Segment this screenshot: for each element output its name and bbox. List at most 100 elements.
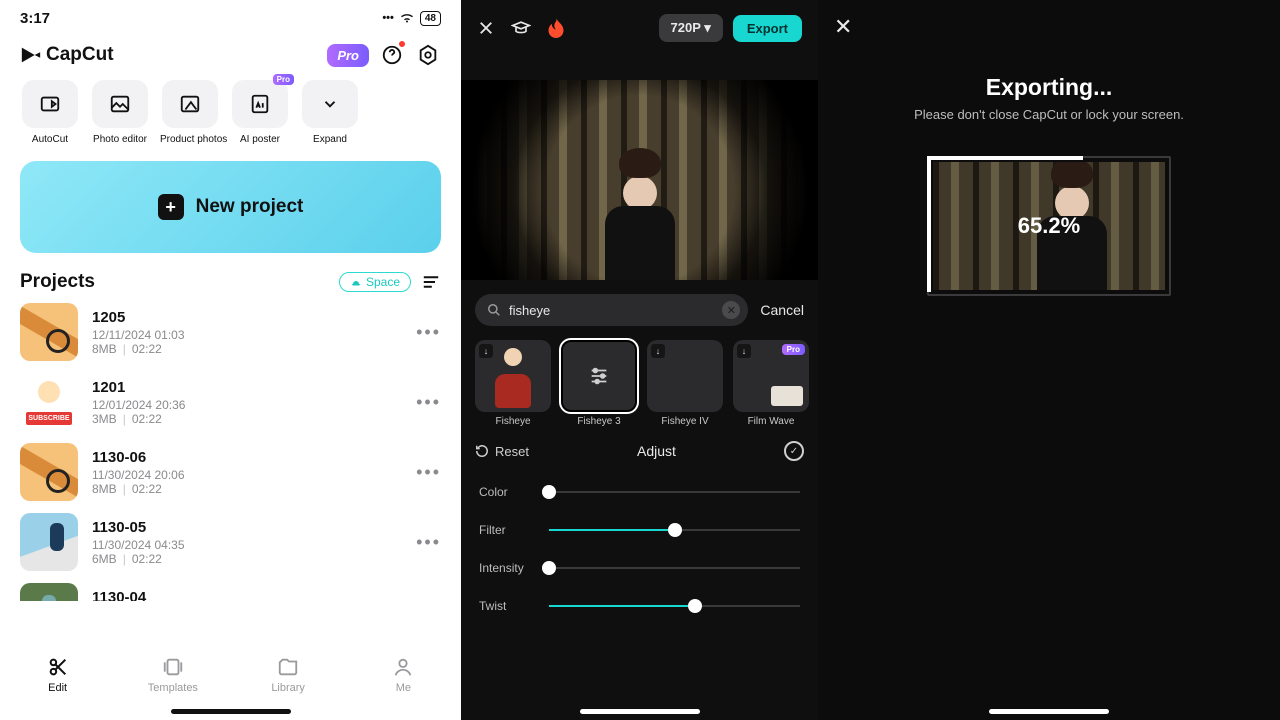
nav-library[interactable]: Library — [231, 656, 346, 694]
home-indicator — [171, 709, 291, 714]
project-more-icon[interactable]: ••• — [416, 532, 441, 553]
project-thumbnail — [20, 373, 78, 431]
adjust-header: Reset Adjust ✓ — [461, 427, 818, 467]
export-screen: ✕ Exporting... Please don't close CapCut… — [818, 0, 1280, 720]
settings-icon[interactable] — [415, 42, 441, 68]
download-icon: ↓ — [737, 344, 751, 358]
editor-topbar: 720P ▾ Export — [461, 0, 818, 56]
export-progress-box: 65.2% — [927, 156, 1171, 296]
tool-photo-editor[interactable]: Photo editor — [90, 80, 150, 145]
slider-label: Twist — [479, 599, 533, 613]
slider-track[interactable] — [549, 521, 800, 539]
tool-product-photos[interactable]: Product photos — [160, 80, 220, 145]
effect-list[interactable]: ↓ Fisheye Fisheye 3 ↓ Fisheye IV ↓ Pro F… — [461, 340, 818, 427]
home-screen: 3:17 ••• 48 CapCut Pro — [0, 0, 461, 720]
slider-label: Intensity — [479, 561, 533, 575]
pro-badge: Pro — [782, 344, 805, 355]
tool-expand[interactable]: Expand — [300, 80, 360, 145]
chevron-down-icon: ▾ — [704, 20, 711, 35]
nav-edit[interactable]: Edit — [0, 656, 115, 694]
export-subtitle: Please don't close CapCut or lock your s… — [818, 107, 1280, 122]
home-indicator — [580, 709, 700, 714]
sliders-icon — [561, 340, 637, 412]
slider-knob[interactable] — [542, 561, 556, 575]
slider-knob[interactable] — [668, 523, 682, 537]
academy-icon[interactable] — [511, 19, 531, 37]
project-duration: 02:22 — [132, 552, 162, 566]
slider-track[interactable] — [549, 559, 800, 577]
app-topbar: CapCut Pro — [20, 42, 441, 68]
cancel-search[interactable]: Cancel — [760, 302, 804, 318]
sort-icon[interactable] — [421, 274, 441, 290]
help-icon[interactable] — [379, 42, 405, 68]
export-percent: 65.2% — [929, 158, 1169, 294]
project-thumbnail — [20, 443, 78, 501]
confirm-icon[interactable]: ✓ — [784, 441, 804, 461]
resolution-dropdown[interactable]: 720P ▾ — [659, 14, 723, 42]
slider-track[interactable] — [549, 597, 800, 615]
export-button[interactable]: Export — [733, 15, 802, 42]
effect-name: Fisheye IV — [647, 416, 723, 427]
app-logo-text: CapCut — [46, 44, 114, 66]
project-datetime: 12/01/2024 20:36 — [92, 398, 402, 412]
effect-item[interactable]: Fisheye 3 — [561, 340, 637, 427]
project-more-icon[interactable]: ••• — [416, 462, 441, 483]
export-title: Exporting... — [818, 74, 1280, 101]
slider-knob[interactable] — [688, 599, 702, 613]
project-name: 1130-04 — [92, 589, 402, 602]
effect-search[interactable]: ✕ — [475, 294, 748, 326]
close-icon[interactable]: ✕ — [834, 14, 852, 39]
project-item[interactable]: 1201 12/01/2024 20:36 3MB|02:22 ••• — [20, 373, 441, 431]
download-icon: ↓ — [651, 344, 665, 358]
home-indicator — [989, 709, 1109, 714]
slider-track[interactable] — [549, 483, 800, 501]
tool-autocut[interactable]: AutoCut — [20, 80, 80, 145]
effect-item[interactable]: ↓ Fisheye IV — [647, 340, 723, 427]
project-more-icon[interactable]: ••• — [416, 392, 441, 413]
project-item[interactable]: 1130-06 11/30/2024 20:06 8MB|02:22 ••• — [20, 443, 441, 501]
nav-me[interactable]: Me — [346, 656, 461, 694]
slider-label: Color — [479, 485, 533, 499]
project-datetime: 11/30/2024 04:35 — [92, 538, 402, 552]
project-item[interactable]: 1130-04 11/30/2024 03:02 4MB|02:22 ••• — [20, 583, 441, 601]
effect-item[interactable]: ↓ Fisheye — [475, 340, 551, 427]
status-time: 3:17 — [20, 10, 50, 27]
slider-row: Intensity — [479, 549, 800, 587]
project-size: 8MB — [92, 342, 117, 356]
slider-row: Twist — [479, 587, 800, 625]
project-name: 1130-06 — [92, 449, 402, 466]
clear-search-icon[interactable]: ✕ — [722, 301, 740, 319]
project-more-icon[interactable]: ••• — [416, 322, 441, 343]
tool-shortcuts: AutoCut Photo editor Product photos Pro … — [20, 80, 441, 145]
slider-knob[interactable] — [542, 485, 556, 499]
video-preview[interactable]: ✂ — [461, 80, 818, 280]
flame-icon[interactable] — [547, 18, 565, 38]
project-name: 1130-05 — [92, 519, 402, 536]
effect-item[interactable]: ↓ Pro Film Wave — [733, 340, 809, 427]
status-right: ••• 48 — [382, 11, 441, 26]
reset-button[interactable]: Reset — [475, 444, 529, 459]
project-size: 6MB — [92, 552, 117, 566]
effect-name: Fisheye 3 — [561, 416, 637, 427]
effect-search-input[interactable] — [509, 303, 714, 318]
wifi-icon — [400, 13, 414, 23]
space-button[interactable]: Space — [339, 272, 411, 292]
adjust-title: Adjust — [637, 443, 676, 459]
tool-ai-poster[interactable]: Pro AI poster — [230, 80, 290, 145]
notification-dot — [399, 41, 405, 47]
project-thumbnail — [20, 583, 78, 601]
close-icon[interactable] — [477, 19, 495, 37]
nav-templates[interactable]: Templates — [115, 656, 230, 694]
project-item[interactable]: 1205 12/11/2024 01:03 8MB|02:22 ••• — [20, 303, 441, 361]
effect-search-row: ✕ Cancel — [461, 280, 818, 340]
cell-signal-icon: ••• — [382, 12, 394, 24]
slider-label: Filter — [479, 523, 533, 537]
project-list[interactable]: 1205 12/11/2024 01:03 8MB|02:22 ••• 1201… — [20, 303, 441, 601]
app-logo: CapCut — [20, 44, 114, 66]
pro-badge[interactable]: Pro — [327, 44, 369, 67]
new-project-button[interactable]: + New project — [20, 161, 441, 253]
download-icon: ↓ — [479, 344, 493, 358]
project-item[interactable]: 1130-05 11/30/2024 04:35 6MB|02:22 ••• — [20, 513, 441, 571]
project-duration: 02:22 — [132, 342, 162, 356]
effect-name: Film Wave — [733, 416, 809, 427]
